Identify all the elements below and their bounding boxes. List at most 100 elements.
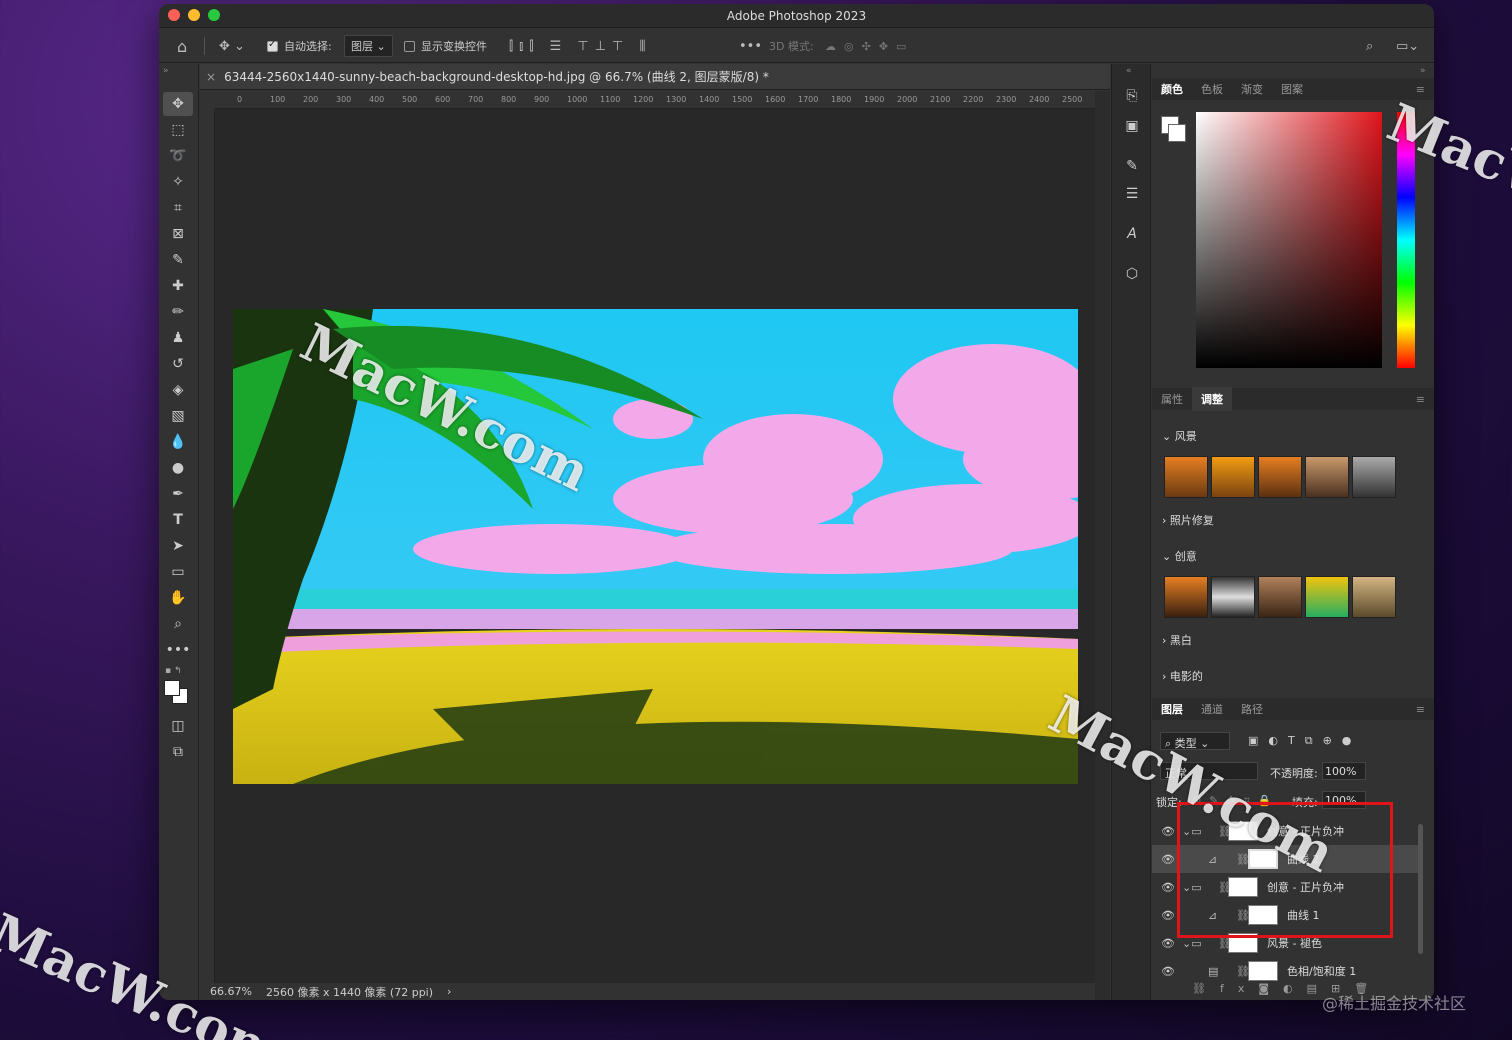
history-panel-icon[interactable]: ⎘ [1122,88,1142,108]
filter-icons[interactable]: ▣◐T⧉⊕● [1248,734,1361,748]
foreground-color-swatch[interactable] [164,680,180,696]
visibility-eye-icon[interactable]: 👁 [1161,937,1175,950]
preset-thumbnail[interactable] [1211,456,1255,498]
preset-thumbnail[interactable] [1211,576,1255,618]
type-tool-icon[interactable]: T [163,508,193,532]
ruler-tick: 100 [270,95,286,104]
adjust-sliders-icon[interactable]: ☰ [1122,186,1142,206]
close-tab-icon[interactable]: × [206,70,216,84]
more-tools-icon[interactable]: ••• [163,638,193,662]
gradient-tool-icon[interactable]: ▧ [163,404,193,428]
preset-thumbnail[interactable] [1352,456,1396,498]
home-icon[interactable]: ⌂ [177,29,187,63]
collapse-icon[interactable]: » [163,66,169,76]
actions-panel-icon[interactable]: ▣ [1122,118,1142,138]
auto-select-value: 图层 [351,40,373,53]
section-landscape[interactable]: ⌄ 风景 [1162,428,1197,444]
blur-tool-icon[interactable]: 💧 [163,430,193,454]
magic-wand-icon[interactable]: ✧ [163,170,193,194]
tab-adjustments[interactable]: 调整 [1192,387,1232,411]
tab-gradients[interactable]: 渐变 [1232,81,1272,97]
ruler-tick: 1700 [798,95,819,104]
tab-patterns[interactable]: 图案 [1272,81,1312,97]
color-panel-tabs: 颜色 色板 渐变 图案 ≡ [1152,78,1434,100]
section-bw[interactable]: › 黑白 [1162,632,1192,648]
preset-thumbnail[interactable] [1305,576,1349,618]
dodge-tool-icon[interactable]: ● [163,456,193,480]
tab-swatches[interactable]: 色板 [1192,81,1232,97]
lasso-tool-icon[interactable]: ➰ [163,144,193,168]
status-menu-icon[interactable]: › [447,985,451,998]
section-cinematic[interactable]: › 电影的 [1162,668,1203,684]
opacity-field[interactable]: 100% [1322,762,1366,780]
tab-channels[interactable]: 通道 [1192,701,1232,717]
search-icon[interactable]: ⌕ [1366,29,1373,63]
ruler-tick: 2500 [1062,95,1083,104]
ruler-tick: 2100 [930,95,951,104]
vertical-scrollbar[interactable] [1095,91,1110,1000]
preset-thumbnail[interactable] [1352,576,1396,618]
tab-color[interactable]: 颜色 [1152,81,1192,97]
3d-tools-icons: ☁◎✣✥▭ [825,39,915,53]
layer-mask-thumbnail[interactable] [1248,961,1278,981]
rectangle-tool-icon[interactable]: ▭ [163,560,193,584]
color-field[interactable] [1196,112,1382,368]
tab-properties[interactable]: 属性 [1152,391,1192,407]
visibility-eye-icon[interactable]: 👁 [1161,909,1175,922]
history-brush-icon[interactable]: ↺ [163,352,193,376]
preset-thumbnail[interactable] [1164,456,1208,498]
show-transform-checkbox[interactable]: 显示变换控件 [404,29,487,63]
color-bg-swatch[interactable] [1168,124,1186,142]
ruler-tick: 500 [402,95,418,104]
hand-tool-icon[interactable]: ✋ [163,586,193,610]
screen-mode-icon[interactable]: ⧉ [163,740,193,764]
visibility-eye-icon[interactable]: 👁 [1161,825,1175,838]
layer-row[interactable]: 👁 ▤ ⛓ 色相/饱和度 1 [1152,957,1422,985]
preset-thumbnail[interactable] [1305,456,1349,498]
eyedropper-icon[interactable]: ✎ [163,248,193,272]
zoom-tool-icon[interactable]: ⌕ [163,612,193,636]
frame-tool-icon[interactable]: ⊠ [163,222,193,246]
stamp-tool-icon[interactable]: ♟ [163,326,193,350]
status-bar: 66.67% 2560 像素 x 1440 像素 (72 ppi) › [200,983,1095,1000]
move-tool-preset-icon[interactable]: ✥ ⌄ [219,29,245,63]
preset-thumbnail[interactable] [1164,576,1208,618]
visibility-eye-icon[interactable]: 👁 [1161,881,1175,894]
collapse-right-icon[interactable]: » [1420,66,1426,76]
crop-tool-icon[interactable]: ⌗ [163,196,193,220]
section-creative[interactable]: ⌄ 创意 [1162,548,1197,564]
visibility-eye-icon[interactable]: 👁 [1161,965,1175,978]
ruler-tick: 2000 [897,95,918,104]
photoshop-window: Adobe Photoshop 2023 ⌂ ✥ ⌄ 自动选择: 图层 ⌄ 显示… [159,4,1434,1000]
pen-tool-icon[interactable]: ✒ [163,482,193,506]
panel-menu-icon[interactable]: ≡ [1407,703,1434,716]
default-colors-icon[interactable]: ▪ ↰ [165,666,182,676]
section-photo-repair[interactable]: › 照片修复 [1162,512,1214,528]
move-tool-icon[interactable]: ✥ [163,92,193,116]
align-icons[interactable]: ⫿⫾⫿ ☰ ⊤⊥⊤ ⫼ [509,29,651,63]
eraser-icon[interactable]: ◈ [163,378,193,402]
layers-scrollbar[interactable] [1418,824,1423,954]
preset-thumbnail[interactable] [1258,456,1302,498]
panel-menu-icon[interactable]: ≡ [1407,83,1434,96]
ruler-tick: 400 [369,95,385,104]
more-options-icon[interactable]: ••• [739,29,762,63]
marquee-tool-icon[interactable]: ⬚ [163,118,193,142]
quick-mask-icon[interactable]: ◫ [163,714,193,738]
healing-brush-icon[interactable]: ✚ [163,274,193,298]
visibility-eye-icon[interactable]: 👁 [1161,853,1175,866]
document-tab[interactable]: × 63444-2560x1440-sunny-beach-background… [200,64,1110,90]
preset-thumbnail[interactable] [1258,576,1302,618]
brush-settings-icon[interactable]: ✎ [1122,158,1142,178]
auto-select-checkbox[interactable]: 自动选择: [267,29,332,63]
expand-icon[interactable]: « [1126,66,1132,76]
3d-panel-icon[interactable]: ⬡ [1122,266,1142,286]
character-panel-icon[interactable]: A [1122,226,1142,246]
auto-select-dropdown[interactable]: 图层 ⌄ [344,29,393,63]
brush-tool-icon[interactable]: ✏ [163,300,193,324]
tab-paths[interactable]: 路径 [1232,701,1272,717]
workspace-icon[interactable]: ▭⌄ [1396,29,1419,63]
path-select-icon[interactable]: ➤ [163,534,193,558]
tab-layers[interactable]: 图层 [1152,701,1192,717]
panel-menu-icon[interactable]: ≡ [1407,393,1434,406]
